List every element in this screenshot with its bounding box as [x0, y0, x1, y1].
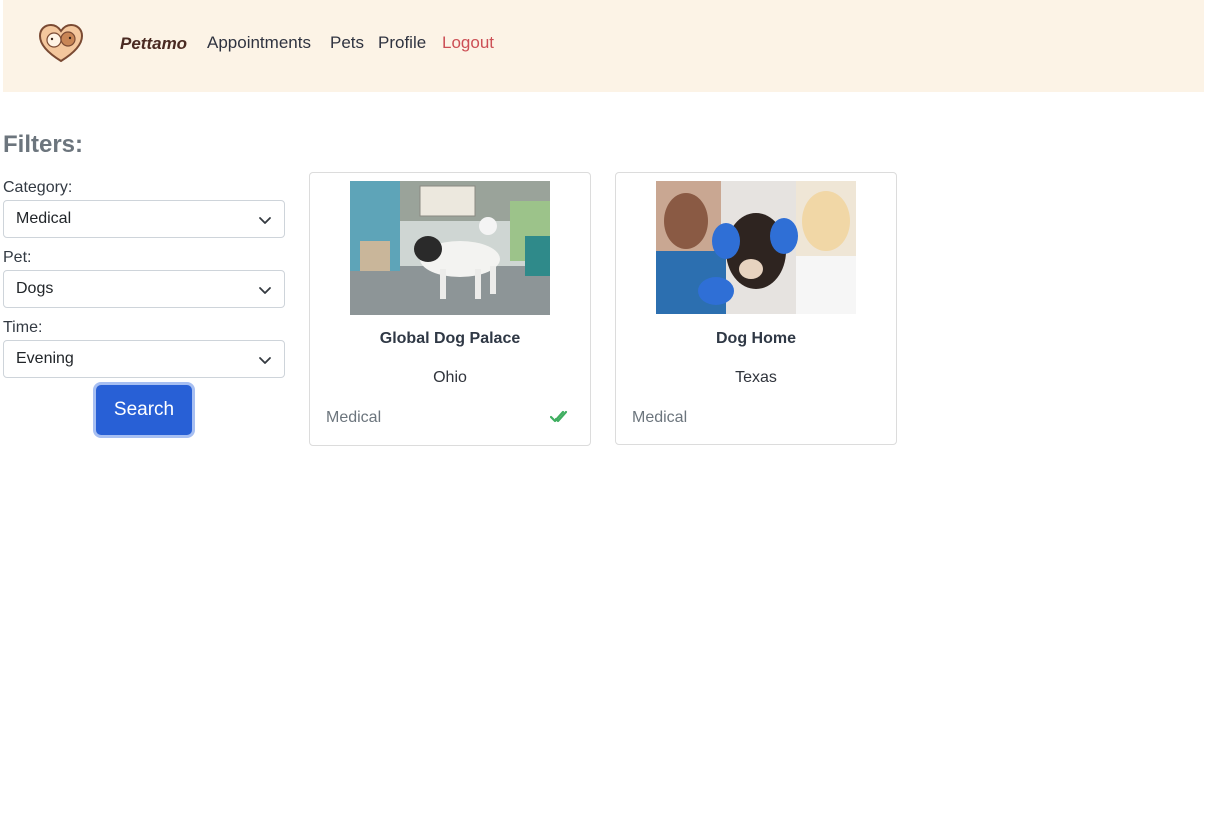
chevron-down-icon — [259, 217, 271, 224]
time-select[interactable]: Evening — [3, 340, 285, 378]
nav-logout[interactable]: Logout — [442, 33, 494, 53]
double-check-icon — [550, 410, 568, 423]
clinic-photo — [350, 181, 550, 315]
time-label: Time: — [3, 319, 43, 336]
navbar: Pettamo Appointments Pets Profile Logout — [3, 0, 1204, 92]
category-select-value: Medical — [16, 210, 72, 227]
nav-pets[interactable]: Pets — [330, 33, 364, 53]
clinic-card[interactable]: Dog Home Texas Medical — [615, 172, 897, 445]
time-select-value: Evening — [16, 350, 74, 367]
clinic-card[interactable]: Global Dog Palace Ohio Medical — [309, 172, 591, 446]
category-select[interactable]: Medical — [3, 200, 285, 238]
clinic-category: Medical — [326, 409, 382, 426]
clinic-title[interactable]: Global Dog Palace — [310, 330, 590, 348]
clinic-title[interactable]: Dog Home — [616, 330, 896, 348]
clinic-category: Medical — [632, 409, 688, 426]
pet-select[interactable]: Dogs — [3, 270, 285, 308]
category-label: Category: — [3, 179, 73, 196]
pet-label: Pet: — [3, 249, 32, 266]
chevron-down-icon — [259, 287, 271, 294]
nav-profile[interactable]: Profile — [378, 33, 426, 53]
brand-name[interactable]: Pettamo — [120, 34, 187, 54]
pet-select-value: Dogs — [16, 280, 54, 297]
clinic-location: Ohio — [433, 369, 467, 386]
filters-title: Filters: — [3, 131, 84, 158]
chevron-down-icon — [259, 357, 271, 364]
clinic-photo — [656, 181, 856, 314]
clinic-location: Texas — [735, 369, 777, 386]
pet-heart-logo[interactable] — [38, 23, 84, 63]
search-button[interactable]: Search — [96, 385, 192, 435]
nav-appointments[interactable]: Appointments — [207, 33, 311, 53]
